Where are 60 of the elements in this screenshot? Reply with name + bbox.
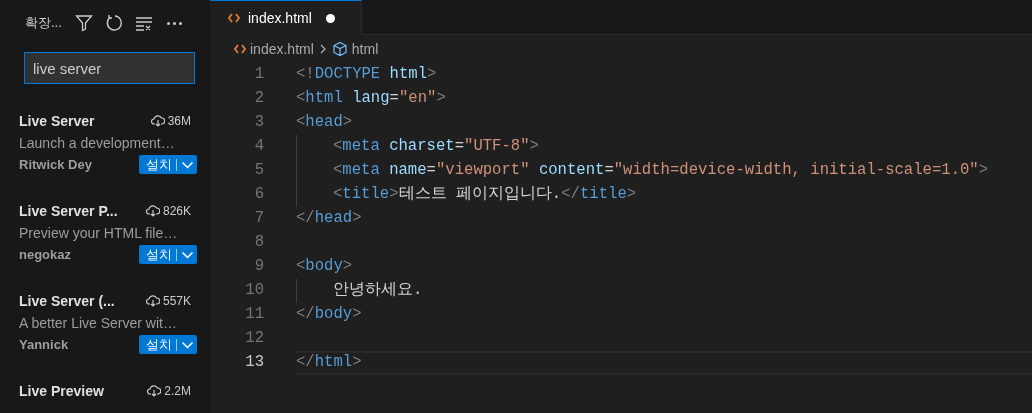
extension-description: Launch a development… <box>19 134 176 153</box>
cube-icon <box>331 41 348 57</box>
line-number: 1 <box>253 64 264 86</box>
code-line: <!DOCTYPE html> <box>296 64 437 86</box>
code-line: <head> <box>296 112 353 134</box>
code-line: </html> <box>296 352 362 374</box>
code-line: <title>테스트 페이지입니다.</title> <box>333 184 637 206</box>
extension-description: Preview your HTML file… <box>19 224 179 243</box>
download-icon <box>145 205 160 217</box>
line-number: 8 <box>253 232 264 254</box>
line-number: 10 <box>244 280 264 302</box>
code-brackets-icon <box>234 44 246 54</box>
code-line: <body> <box>296 256 353 278</box>
line-number: 13 <box>244 352 264 374</box>
download-count: 826K <box>162 203 191 220</box>
refresh-icon[interactable] <box>105 14 123 32</box>
download-icon <box>150 115 165 127</box>
caret-icon <box>181 159 194 170</box>
caret-icon <box>181 249 194 260</box>
caret-icon <box>181 339 194 350</box>
panel-title: 확장... <box>25 14 63 33</box>
line-number: 11 <box>244 304 264 326</box>
clear-list-icon[interactable] <box>135 14 153 32</box>
editor-tab[interactable]: index.html <box>210 0 362 35</box>
line-number: 7 <box>253 208 264 230</box>
extension-name[interactable]: Live Server (... <box>19 290 115 312</box>
code-line: </head> <box>296 208 362 230</box>
extension-author: Yannick <box>19 336 69 354</box>
extension-author: Ritwick Dey <box>19 156 92 174</box>
line-number: 9 <box>253 256 264 278</box>
line-number: 6 <box>253 184 264 206</box>
install-button[interactable]: 설치 <box>139 335 197 355</box>
extension-name[interactable]: Live Preview <box>19 380 104 402</box>
code-line: </body> <box>296 304 362 326</box>
line-number: 3 <box>253 112 264 134</box>
line-number: 2 <box>253 88 264 110</box>
extension-description: A better Live Server wit… <box>19 314 178 333</box>
code-line: 안녕하세요. <box>333 280 423 302</box>
code-line: <html lang="en"> <box>296 88 446 110</box>
extension-name[interactable]: Live Server P... <box>19 200 118 222</box>
extension-name[interactable]: Live Server <box>19 110 95 132</box>
breadcrumb-item[interactable]: index.html <box>250 38 314 60</box>
download-icon <box>147 385 162 397</box>
filter-icon[interactable] <box>75 14 93 32</box>
more-icon[interactable] <box>167 21 182 25</box>
install-button[interactable]: 설치 <box>139 245 197 265</box>
download-count: 36M <box>167 113 191 130</box>
code-line: <meta charset="UTF-8"> <box>333 136 539 158</box>
line-number: 5 <box>253 160 264 182</box>
line-number: 4 <box>253 136 264 158</box>
breadcrumb-item[interactable]: html <box>351 38 379 60</box>
line-number: 12 <box>244 328 264 350</box>
download-icon <box>145 295 160 307</box>
extension-author: negokaz <box>19 246 71 264</box>
code-brackets-icon <box>228 13 240 23</box>
download-count: 557K <box>162 293 191 310</box>
search-field[interactable]: live server <box>24 52 195 84</box>
download-count: 2.2M <box>164 383 191 400</box>
code-line: <meta name="viewport" content="width=device-width, initial-scale=1.0"> <box>333 160 989 182</box>
install-button[interactable]: 설치 <box>139 155 197 175</box>
